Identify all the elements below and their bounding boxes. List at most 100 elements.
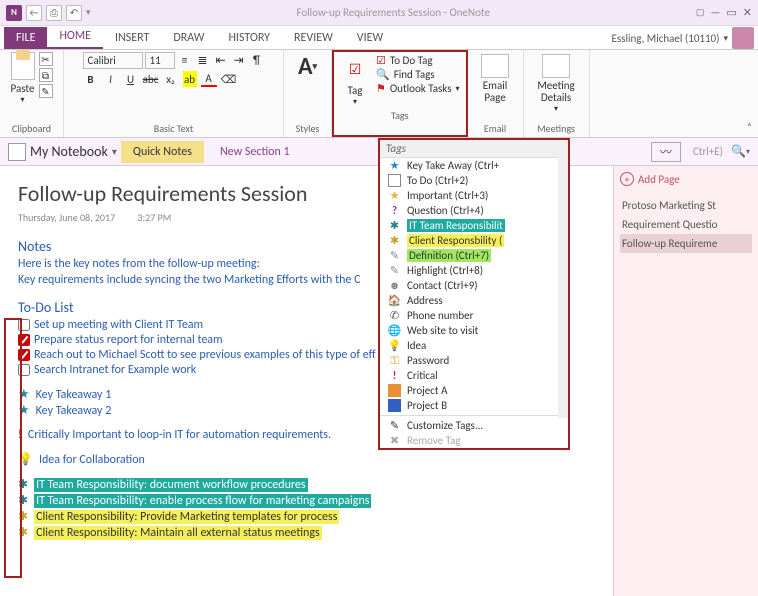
todo-tag-button[interactable]: ☑To Do Tag [376, 54, 460, 67]
font-size-select[interactable]: 11 [145, 52, 175, 69]
tab-file[interactable]: FILE [4, 27, 47, 49]
meeting-details-button[interactable]: Meeting Details ▾ [530, 52, 583, 116]
tab-history[interactable]: HISTORY [216, 27, 282, 49]
tag-menu-item-q[interactable]: ?Question (Ctrl+4) [380, 203, 568, 218]
bold-button[interactable]: B [83, 71, 99, 87]
undo-icon[interactable]: ↶ [66, 5, 82, 21]
ribbon-tabs: FILE HOME INSERT DRAW HISTORY REVIEW VIE… [0, 26, 758, 50]
tab-draw[interactable]: DRAW [161, 27, 216, 49]
highlight-button[interactable]: ab [183, 71, 197, 87]
tag-menu-item-todo[interactable]: To Do (Ctrl+2) [380, 173, 568, 188]
tag-menu-item-pb[interactable]: Project B [380, 398, 568, 413]
page-item[interactable]: Requirement Questio [620, 215, 752, 234]
critical-note: Critically Important to loop-in IT for a… [28, 428, 331, 442]
add-page-button[interactable]: + Add Page [620, 172, 752, 186]
tag-menu-item-hl[interactable]: ✎Highlight (Ctrl+8) [380, 263, 568, 278]
bullets-icon[interactable]: ≡ [177, 53, 193, 69]
customize-tags-button[interactable]: ✎Customize Tags... [380, 418, 568, 433]
clear-format-button[interactable]: ⌫ [221, 71, 237, 87]
add-page-label: Add Page [638, 173, 680, 186]
key-takeaway: Key Takeaway 1 [36, 388, 112, 402]
idea-note: Idea for Collaboration [39, 453, 145, 467]
tag-item-icon: ✎ [388, 249, 401, 262]
copy-icon[interactable]: ⧉ [39, 68, 53, 82]
numbering-icon[interactable]: ≣ [195, 53, 211, 69]
back-icon[interactable]: ← [26, 5, 42, 21]
underline-button[interactable]: U [123, 71, 139, 87]
tag-item-icon: ! [388, 369, 401, 382]
section-tab-new[interactable]: New Section 1 [208, 141, 302, 163]
paste-button[interactable]: Paste ▾ [11, 52, 35, 105]
minimize-icon[interactable]: — [710, 6, 720, 19]
cut-icon[interactable]: ✂ [39, 52, 53, 66]
styles-button[interactable]: A▾ [298, 52, 317, 81]
italic-button[interactable]: I [103, 71, 119, 87]
clipboard-group-label: Clipboard [12, 120, 51, 135]
ribbon-options-icon[interactable]: ▢ [696, 7, 705, 18]
flag-icon: ⚑ [376, 82, 386, 95]
section-tab-quick-notes[interactable]: Quick Notes [121, 141, 204, 163]
basic-text-group-label: Basic Text [154, 120, 193, 135]
search-input[interactable]: Ctrl+E) [693, 145, 723, 158]
remove-tag-button[interactable]: ✖Remove Tag [380, 433, 568, 448]
tag-checkbox-icon[interactable]: ☑ [340, 54, 370, 84]
format-painter-icon[interactable]: ✎ [39, 84, 53, 98]
indent-right-icon[interactable]: ⇥ [231, 53, 247, 69]
maximize-icon[interactable]: ▭ [726, 6, 736, 19]
tag-menu-item-imp[interactable]: ★Important (Ctrl+3) [380, 188, 568, 203]
meeting-details-label: Meeting Details [536, 80, 577, 104]
tag-item-icon: ⚿ [388, 354, 401, 367]
tag-menu-item-pa[interactable]: Project A [380, 383, 568, 398]
todo-text: Prepare status report for internal team [34, 333, 223, 347]
tag-menu-item-ct[interactable]: ☻Contact (Ctrl+9) [380, 278, 568, 293]
tag-menu-item-ph[interactable]: ✆Phone number [380, 308, 568, 323]
tag-item-icon: 🌐 [388, 324, 401, 337]
font-color-button[interactable]: A [201, 71, 217, 87]
page-time: 3:27 PM [137, 211, 171, 224]
collapse-ribbon-icon[interactable]: ˄ [747, 120, 752, 133]
tag-menu-item-kt[interactable]: ★Key Take Away (Ctrl+ [380, 158, 568, 173]
indent-left-icon[interactable]: ⇤ [213, 53, 229, 69]
window-title: Follow-up Requirements Session - OneNote [91, 6, 696, 19]
tag-menu-item-web[interactable]: 🌐Web site to visit [380, 323, 568, 338]
tab-home[interactable]: HOME [47, 25, 103, 49]
tag-menu-item-crit[interactable]: !Critical [380, 368, 568, 383]
notebook-name[interactable]: My Notebook [30, 143, 108, 160]
page-date: Thursday, June 08, 2017 [18, 211, 115, 224]
tag-item-icon: ☻ [388, 279, 401, 292]
tab-review[interactable]: REVIEW [282, 27, 345, 49]
user-area[interactable]: Essling, Michael (10110) ▾ [611, 27, 754, 49]
quick-style-icon[interactable]: 〰 [651, 142, 681, 162]
outlook-tasks-button[interactable]: ⚑Outlook Tasks▾ [376, 82, 460, 95]
notebook-icon[interactable] [8, 143, 26, 161]
tab-view[interactable]: VIEW [345, 27, 395, 49]
tag-menu-item-idea[interactable]: 💡Idea [380, 338, 568, 353]
window-controls: ▢ — ▭ ✕ [696, 6, 752, 19]
close-icon[interactable]: ✕ [743, 6, 752, 19]
notebook-dropdown-icon[interactable]: ▾ [112, 145, 117, 158]
scrollbar[interactable] [558, 156, 568, 418]
page-item-selected[interactable]: Follow-up Requireme [620, 234, 752, 253]
search-icon[interactable]: 🔍 [731, 144, 746, 159]
font-name-select[interactable]: Calibri [83, 52, 143, 69]
todo-tag-label: To Do Tag [390, 54, 433, 67]
customize-tags-label: Customize Tags... [407, 419, 560, 432]
tab-insert[interactable]: INSERT [103, 27, 161, 49]
tag-menu-item-def[interactable]: ✎Definition (Ctrl+7) [380, 248, 568, 263]
annotation-box-left [4, 318, 22, 578]
strike-button[interactable]: abc [143, 71, 159, 87]
quick-access-toolbar: N ← ⎙ ↶ ▾ [6, 5, 91, 21]
tag-menu-item-cl[interactable]: ✱Client Responsbility ( [380, 233, 568, 248]
page-item[interactable]: Protoso Marketing St [620, 196, 752, 215]
find-tags-button[interactable]: 🔍Find Tags [376, 68, 460, 81]
tag-menu-item-pw[interactable]: ⚿Password [380, 353, 568, 368]
subscript-button[interactable]: x₂ [163, 71, 179, 87]
print-icon[interactable]: ⎙ [46, 5, 62, 21]
ribbon: Paste ▾ ✂ ⧉ ✎ Clipboard Calibri 11 ≡ ≣ ⇤… [0, 50, 758, 138]
tag-item-icon: 💡 [388, 339, 401, 352]
todo-text: Reach out to Michael Scott to see previo… [34, 348, 376, 362]
email-page-button[interactable]: Email Page [474, 52, 517, 106]
tag-menu-item-addr[interactable]: 🏠Address [380, 293, 568, 308]
tag-menu-item-it[interactable]: ✱IT Team Responsibilit [380, 218, 568, 233]
paragraph-icon[interactable]: ¶ [249, 53, 265, 69]
